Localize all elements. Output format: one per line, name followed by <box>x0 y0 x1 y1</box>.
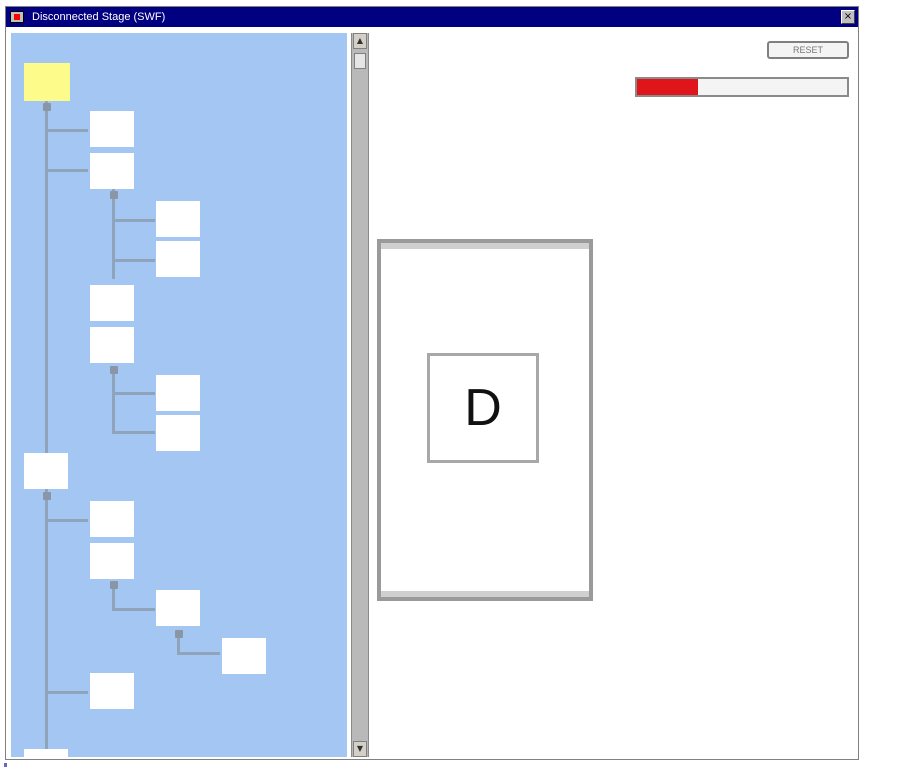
close-button[interactable]: × <box>841 10 855 24</box>
card-bottom-edge <box>381 591 589 597</box>
corner-mark <box>4 763 7 767</box>
tree-node[interactable] <box>90 543 134 579</box>
tree-connector <box>48 519 88 522</box>
tree-expander-icon[interactable] <box>43 492 51 500</box>
tree-node[interactable] <box>156 201 200 237</box>
card-top-edge <box>381 243 589 249</box>
window-title: Disconnected Stage (SWF) <box>32 11 166 23</box>
scroll-down-button[interactable]: ▼ <box>353 741 367 757</box>
tree-connector <box>115 259 155 262</box>
app-icon <box>10 11 24 23</box>
tree-node[interactable] <box>156 415 200 451</box>
tree-connector <box>115 608 155 611</box>
tree-connector <box>115 431 155 434</box>
progress-bar <box>635 77 849 97</box>
tree-node[interactable] <box>90 501 134 537</box>
tree-connector <box>45 101 48 753</box>
tree-node[interactable] <box>156 590 200 626</box>
reset-button[interactable]: RESET <box>767 41 849 59</box>
tree-connector <box>115 392 155 395</box>
tree-connector <box>48 691 88 694</box>
tree-node[interactable] <box>24 749 68 757</box>
tree-connector <box>115 219 155 222</box>
tree-expander-icon[interactable] <box>110 191 118 199</box>
scroll-up-button[interactable]: ▲ <box>353 33 367 49</box>
tree-node[interactable] <box>156 241 200 277</box>
tree-expander-icon[interactable] <box>110 366 118 374</box>
tree-expander-icon[interactable] <box>43 103 51 111</box>
tree-node[interactable] <box>90 327 134 363</box>
tree-node[interactable] <box>90 153 134 189</box>
tree-connector <box>180 652 220 655</box>
tree-node[interactable] <box>90 285 134 321</box>
tree-node-root[interactable] <box>24 63 70 101</box>
tree-connector <box>48 169 88 172</box>
card-letter[interactable]: D <box>427 353 539 463</box>
progress-fill <box>637 79 698 95</box>
vertical-scrollbar[interactable]: ▲ ▼ <box>351 33 369 757</box>
tree-expander-icon[interactable] <box>110 581 118 589</box>
stage-area: RESET D <box>369 33 857 757</box>
tree-connector <box>112 366 115 434</box>
tree-node[interactable] <box>222 638 266 674</box>
tree-node[interactable] <box>156 375 200 411</box>
scroll-thumb[interactable] <box>354 53 366 69</box>
tree-node[interactable] <box>24 453 68 489</box>
title-bar[interactable]: Disconnected Stage (SWF) × <box>6 7 858 27</box>
card-panel: D <box>377 239 593 601</box>
app-window: Disconnected Stage (SWF) × ▲ ▼ RESET D <box>5 6 859 760</box>
tree-node[interactable] <box>90 111 134 147</box>
tree-connector <box>112 189 115 279</box>
tree-node[interactable] <box>90 673 134 709</box>
tree-expander-icon[interactable] <box>175 630 183 638</box>
tree-panel <box>11 33 347 757</box>
tree-connector <box>48 129 88 132</box>
